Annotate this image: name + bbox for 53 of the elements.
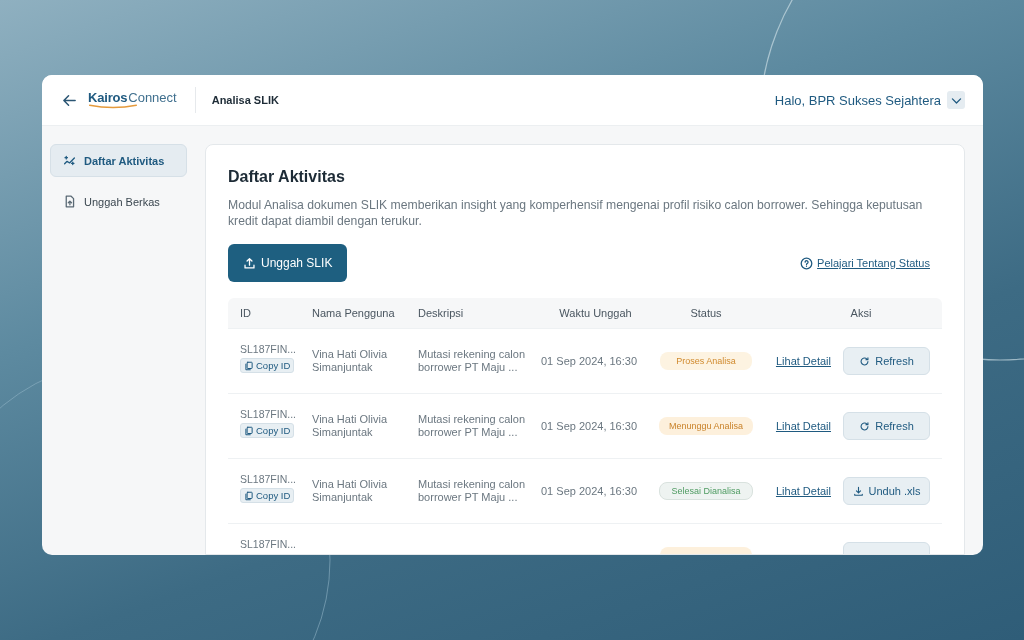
table-cell-text: Vina Hati Olivia Simanjuntak bbox=[312, 413, 388, 439]
back-arrow-icon bbox=[62, 92, 77, 108]
detail-link[interactable]: Lihat Detail bbox=[775, 420, 831, 432]
refresh-icon bbox=[859, 355, 871, 367]
detail-link[interactable]: Lihat Detail bbox=[775, 355, 831, 367]
description-text: Modul Analisa dokumen SLIK memberikan insight yang komperhensif mengenai profil risiko calon borrower. Sehingga keputusan kredit dapat diambil dengan terukur. bbox=[228, 197, 924, 229]
status-badge: Menunggu Analisa bbox=[658, 417, 754, 435]
table-cell-text: 01 Sep 2024, 16:30 bbox=[541, 354, 639, 368]
smile-swoosh-icon bbox=[88, 104, 138, 109]
status-badge: Proses Analisa bbox=[660, 352, 752, 370]
column-header: Nama Pengguna bbox=[311, 307, 396, 319]
status-badge: Selesai Dianalisa bbox=[659, 482, 753, 500]
column-header: ID bbox=[239, 307, 252, 319]
dropdown-button[interactable] bbox=[947, 91, 965, 109]
page-title: Analisa SLIK bbox=[211, 94, 279, 106]
sidebar-item[interactable]: Daftar Aktivitas bbox=[50, 144, 187, 177]
copy-icon bbox=[244, 360, 254, 371]
action-button[interactable]: Unduh .xls bbox=[843, 477, 930, 505]
table-cell: SL187FIN... bbox=[240, 538, 297, 550]
table-cell-text: Vina Hati Olivia Simanjuntak bbox=[312, 348, 388, 374]
copy-id-button[interactable]: Copy ID bbox=[240, 358, 295, 373]
question-circle-icon bbox=[800, 256, 814, 270]
table-cell-text: Mutasi rekening calon borrower PT Maju ... bbox=[418, 413, 526, 439]
table-cell-text: Mutasi rekening calon borrower PT Maju ... bbox=[418, 348, 526, 374]
action-button[interactable]: Refresh bbox=[843, 347, 930, 375]
column-header: Status bbox=[689, 307, 723, 319]
table-cell-text: Vina Hati Olivia Simanjuntak bbox=[312, 478, 388, 504]
sparkle-chart-icon bbox=[63, 154, 76, 167]
copy-icon bbox=[244, 490, 254, 501]
detail-link[interactable]: Lihat Detail bbox=[775, 485, 831, 497]
file-upload-icon bbox=[63, 195, 76, 208]
sidebar-item[interactable]: Unggah Berkas bbox=[50, 185, 187, 218]
copy-id-button[interactable]: Copy ID bbox=[240, 488, 295, 503]
column-header: Waktu Unggah bbox=[558, 307, 633, 319]
table-cell-text: Mutasi rekening calon borrower PT Maju ... bbox=[418, 478, 526, 504]
refresh-icon bbox=[859, 420, 871, 432]
table-cell: SL187FIN... bbox=[240, 343, 297, 355]
upload-icon bbox=[243, 256, 256, 270]
upload-button[interactable]: Unggah SLIK bbox=[228, 244, 348, 282]
copy-id-button[interactable]: Copy ID bbox=[240, 423, 295, 438]
table-cell: SL187FIN... bbox=[240, 473, 297, 485]
logo: KairosConnect bbox=[88, 91, 177, 109]
section-title: Daftar Aktivitas bbox=[228, 168, 346, 186]
download-icon bbox=[852, 485, 864, 497]
copy-icon bbox=[244, 425, 254, 436]
action-button[interactable]: Refresh bbox=[843, 412, 930, 440]
help-link[interactable]: Pelajari Tentang Status bbox=[800, 256, 930, 270]
table-cell-text: 01 Sep 2024, 16:30 bbox=[541, 484, 639, 498]
table-cell: SL187FIN... bbox=[240, 408, 297, 420]
user-greeting: Halo, BPR Sukses Sejahtera bbox=[774, 92, 941, 108]
column-header: Deskripsi bbox=[417, 307, 465, 319]
table-cell-text: 01 Sep 2024, 16:30 bbox=[541, 419, 639, 433]
column-header: Aksi bbox=[849, 307, 873, 319]
